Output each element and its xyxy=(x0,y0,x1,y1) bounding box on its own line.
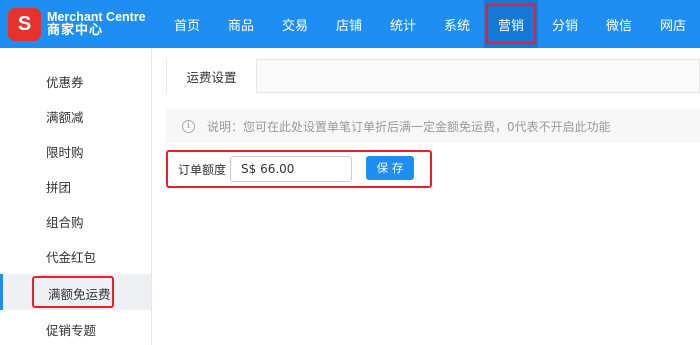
top-navigation-bar: S Merchant Centre 商家中心 首页 商品 交易 店铺 统计 系统… xyxy=(0,0,700,48)
nav-item-statistics[interactable]: 统计 xyxy=(376,0,430,48)
nav-item-marketing[interactable]: 营销 xyxy=(484,0,538,48)
notice-text: 说明：您可在此处设置单笔订单折后满一定金额免运费，0代表不开启此功能 xyxy=(207,119,611,134)
info-icon: i xyxy=(182,119,195,133)
nav-item-wechat[interactable]: 微信 xyxy=(592,0,646,48)
nav-item-products[interactable]: 商品 xyxy=(214,0,268,48)
nav-item-system[interactable]: 系统 xyxy=(430,0,484,48)
brand-text: Merchant Centre 商家中心 xyxy=(47,10,146,38)
brand-name-en: Merchant Centre xyxy=(47,10,146,24)
sidebar-item-promo-topics[interactable]: 促销专题 xyxy=(46,320,96,339)
sidebar-item-coupons[interactable]: 优惠券 xyxy=(46,72,84,91)
tab-shipping-settings[interactable]: 运费设置 xyxy=(167,59,257,93)
tab-bar: 运费设置 xyxy=(166,59,700,93)
sidebar-item-spend-discount[interactable]: 满额减 xyxy=(46,107,84,126)
brand-logo[interactable]: S Merchant Centre 商家中心 xyxy=(0,0,160,48)
main-nav: 首页 商品 交易 店铺 统计 系统 营销 分销 微信 网店 xyxy=(160,0,700,48)
sidebar-item-label: 满额免运费 xyxy=(48,287,111,302)
brand-badge-icon: S xyxy=(8,7,41,41)
main-content: 运费设置 i 说明：您可在此处设置单笔订单折后满一定金额免运费，0代表不开启此功… xyxy=(152,48,700,345)
nav-item-home[interactable]: 首页 xyxy=(160,0,214,48)
sidebar: 优惠券 满额减 限时购 拼团 组合购 代金红包 满额免运费 促销专题 xyxy=(0,48,152,345)
notice-bar: i 说明：您可在此处设置单笔订单折后满一定金额免运费，0代表不开启此功能 xyxy=(166,109,700,143)
order-amount-input[interactable] xyxy=(230,156,352,182)
free-shipping-form: 订单额度 保 存 xyxy=(166,150,432,188)
sidebar-item-group-buy[interactable]: 拼团 xyxy=(46,177,71,196)
brand-name-cn: 商家中心 xyxy=(47,23,104,38)
sidebar-item-free-shipping[interactable]: 满额免运费 xyxy=(0,274,151,310)
sidebar-item-vouchers[interactable]: 代金红包 xyxy=(46,247,96,266)
order-amount-label: 订单额度 xyxy=(178,163,227,177)
active-indicator xyxy=(0,274,3,310)
nav-item-store[interactable]: 店铺 xyxy=(322,0,376,48)
sidebar-item-bundle[interactable]: 组合购 xyxy=(46,212,84,231)
save-button[interactable]: 保 存 xyxy=(366,156,414,180)
sidebar-item-flash-sale[interactable]: 限时购 xyxy=(46,142,84,161)
nav-item-distribution[interactable]: 分销 xyxy=(538,0,592,48)
nav-item-orders[interactable]: 交易 xyxy=(268,0,322,48)
nav-item-online-store[interactable]: 网店 xyxy=(646,0,700,48)
